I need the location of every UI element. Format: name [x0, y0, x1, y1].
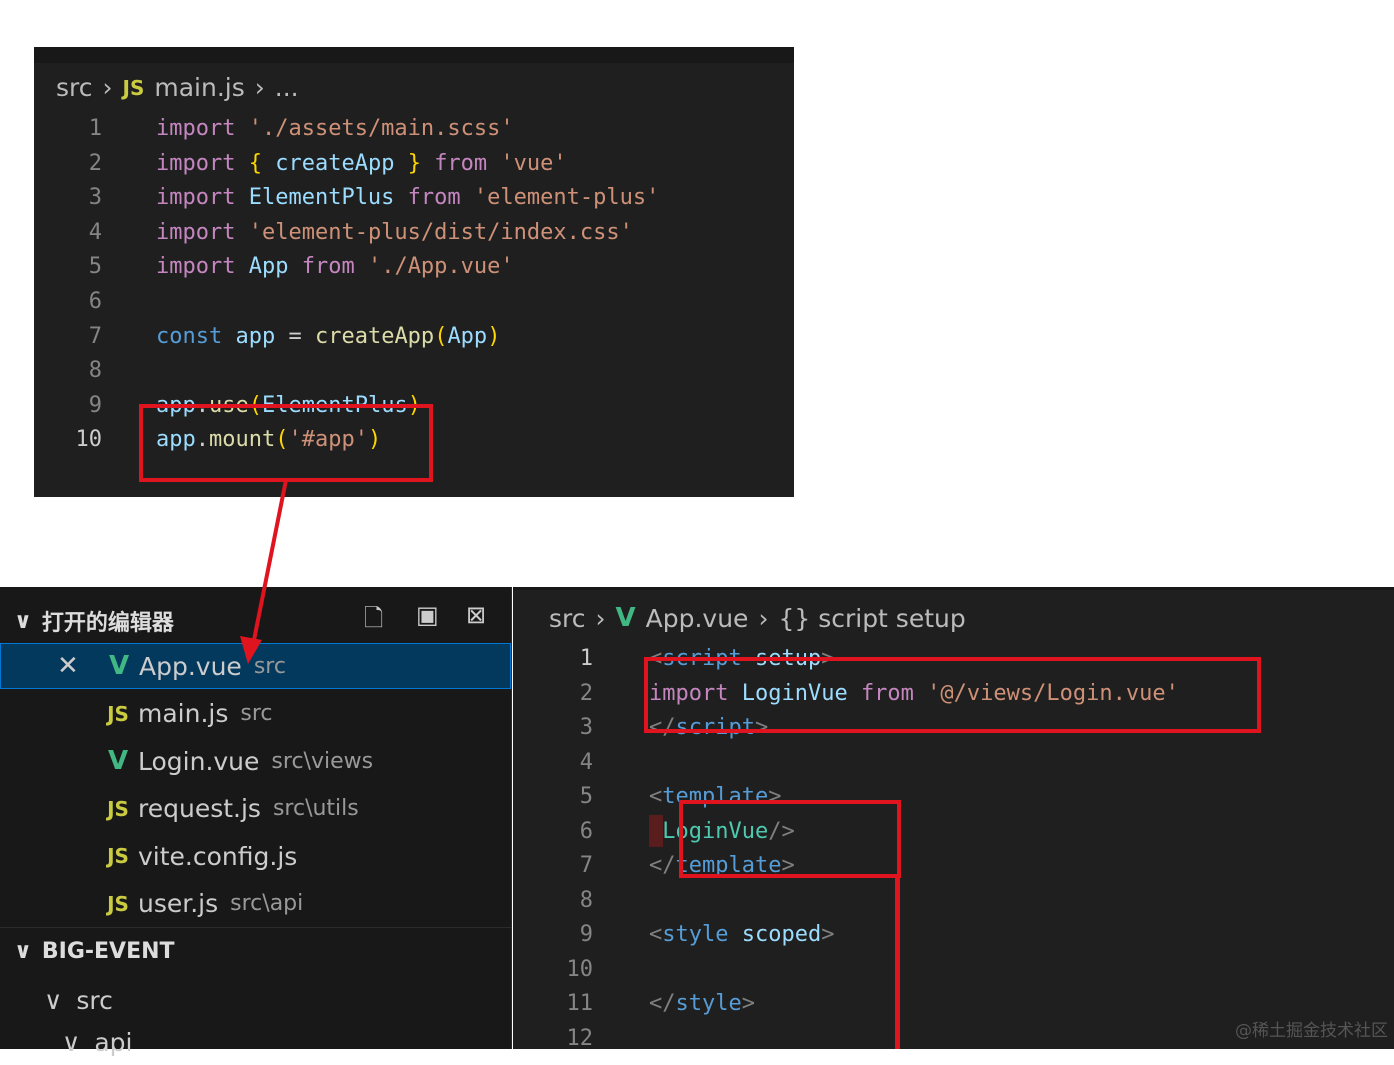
annotation-arrow	[240, 479, 288, 664]
